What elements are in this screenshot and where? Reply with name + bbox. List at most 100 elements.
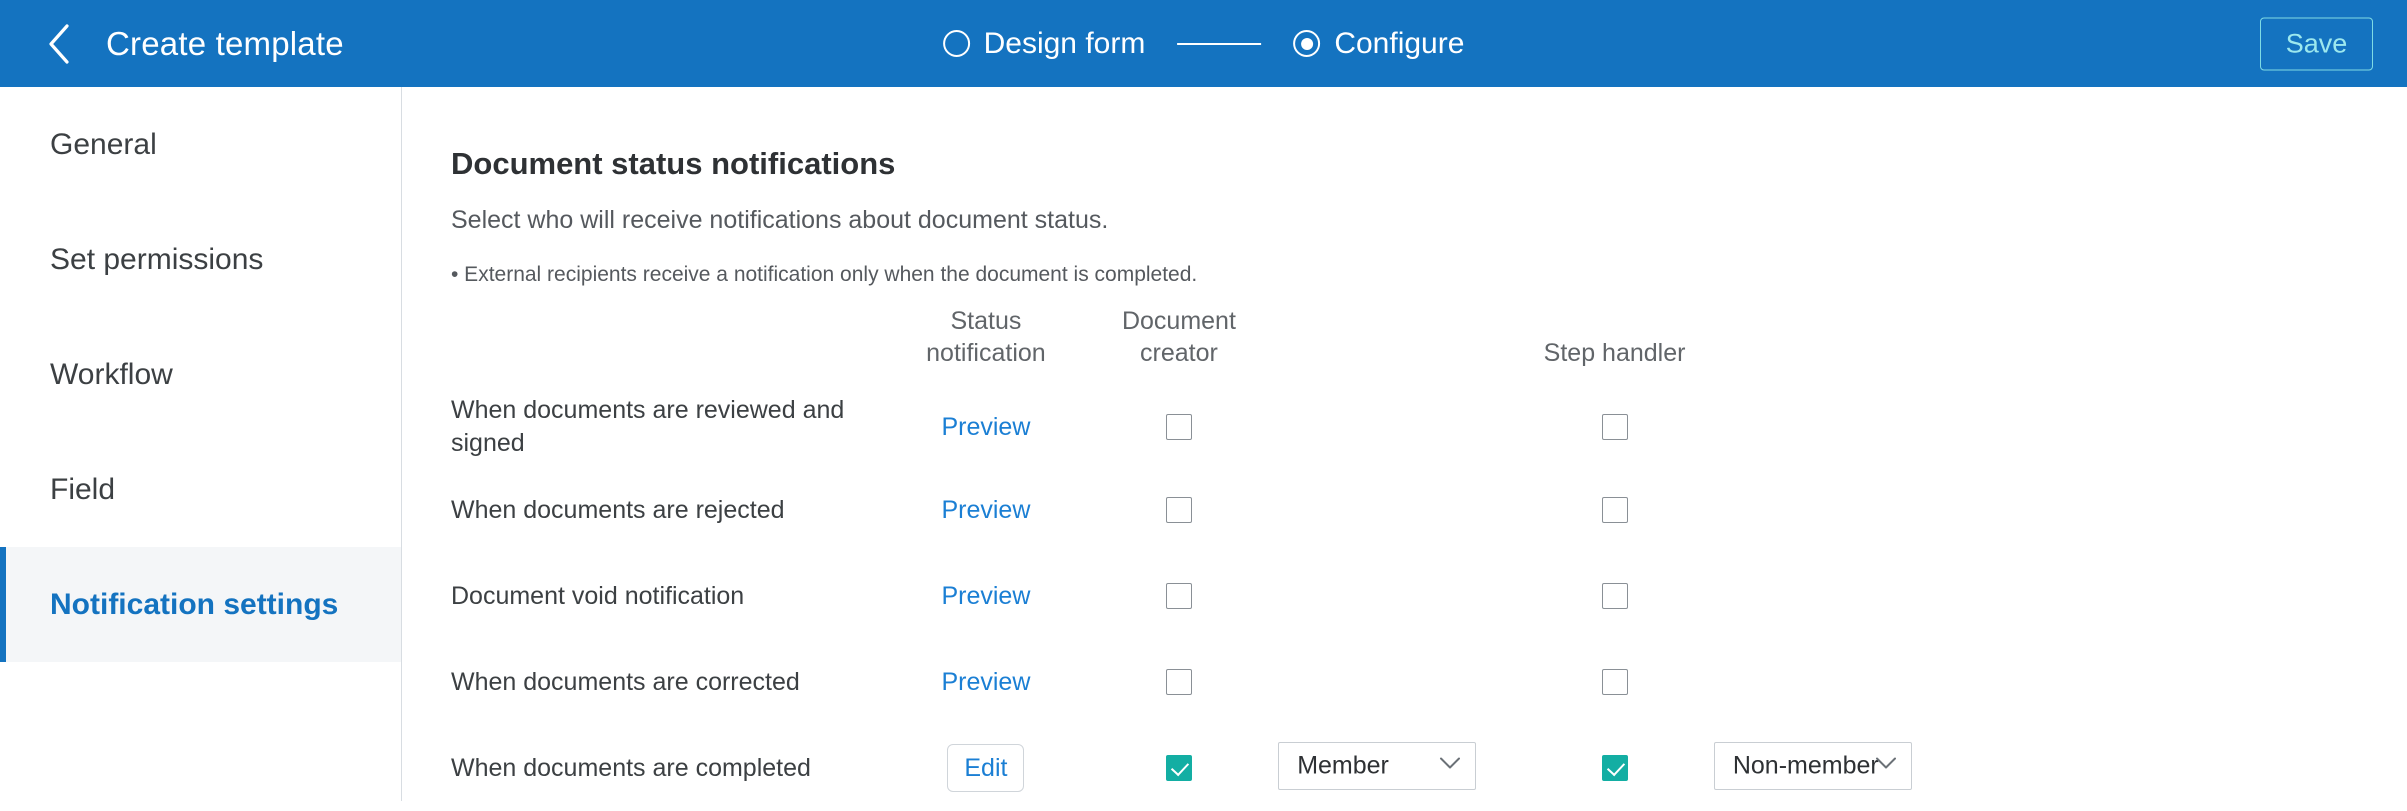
top-bar: Create template Design form Configure Sa… <box>0 0 2407 87</box>
row-handler-checkbox-cell <box>1515 553 1714 639</box>
row-creator-select-cell <box>1278 553 1515 639</box>
column-header-label <box>451 305 892 387</box>
column-header-status-line1: Status <box>950 307 1022 335</box>
row-handler-select-cell <box>1714 467 1951 553</box>
row-handler-checkbox-cell <box>1515 387 1714 467</box>
table-row: When documents are corrected Preview <box>451 639 1951 725</box>
step-handler-checkbox[interactable] <box>1601 414 1628 440</box>
document-creator-checkbox[interactable] <box>1165 669 1192 695</box>
sidebar-item-label: Workflow <box>50 357 173 391</box>
row-handler-select-cell: Non-member <box>1713 725 1951 811</box>
radio-dot <box>1300 37 1313 50</box>
table-header-row: Status notification Document creator Ste… <box>451 305 1951 387</box>
radio-selected-icon <box>1293 30 1321 57</box>
step-indicator: Design form Configure <box>942 26 1464 61</box>
row-creator-checkbox-cell <box>1080 725 1279 811</box>
column-header-step-handler: Step handler <box>1515 305 1714 387</box>
row-creator-checkbox-cell <box>1080 553 1279 639</box>
sidebar-item-label: Field <box>50 472 116 506</box>
row-action-cell: Preview <box>892 387 1080 467</box>
column-header-status-notification: Status notification <box>892 305 1080 387</box>
row-handler-checkbox-cell <box>1515 725 1714 811</box>
step-handler-checkbox[interactable] <box>1601 669 1628 695</box>
notifications-table: Status notification Document creator Ste… <box>451 305 1951 811</box>
step-configure[interactable]: Configure <box>1293 27 1464 61</box>
row-handler-select-cell <box>1714 553 1951 639</box>
sidebar-item-label: General <box>50 127 157 161</box>
document-creator-checkbox[interactable] <box>1165 414 1192 440</box>
row-label: When documents are completed <box>451 753 811 782</box>
row-action-cell: Preview <box>892 553 1080 639</box>
row-label: Document void notification <box>451 581 745 610</box>
column-header-document-creator: Document creator <box>1080 305 1279 387</box>
row-action-cell: Edit <box>892 725 1080 811</box>
row-creator-checkbox-cell <box>1080 467 1279 553</box>
table-body: When documents are reviewed and signed P… <box>451 387 1951 811</box>
column-header-creator-line1: Document <box>1121 307 1236 335</box>
chevron-left-icon <box>46 23 72 65</box>
row-handler-checkbox-cell <box>1515 467 1714 553</box>
sidebar-item-field[interactable]: Field <box>0 432 401 547</box>
step-connector <box>1177 42 1262 45</box>
row-handler-checkbox-cell <box>1515 639 1714 725</box>
table-head: Status notification Document creator Ste… <box>451 305 1951 387</box>
step-configure-label: Configure <box>1334 26 1465 60</box>
step-handler-select[interactable]: Non-member <box>1713 741 1912 790</box>
section-note: • External recipients receive a notifica… <box>451 263 1198 286</box>
radio-unselected-icon <box>942 30 970 57</box>
document-creator-select-value: Member <box>1297 751 1389 779</box>
chevron-down-icon <box>1439 756 1461 775</box>
table-row: When documents are reviewed and signed P… <box>451 387 1951 467</box>
step-handler-select-value: Non-member <box>1732 751 1879 779</box>
row-creator-select-cell <box>1278 639 1515 725</box>
column-header-document-creator-select <box>1278 305 1515 387</box>
document-creator-checkbox[interactable] <box>1165 755 1192 781</box>
column-header-status-line2: notification <box>926 339 1046 367</box>
row-action-cell: Preview <box>892 467 1080 553</box>
table-row: When documents are completed Edit Member <box>451 725 1951 811</box>
document-creator-select[interactable]: Member <box>1278 741 1477 790</box>
edit-button[interactable]: Edit <box>947 744 1025 792</box>
preview-link[interactable]: Preview <box>941 413 1030 442</box>
step-design-form-label: Design form <box>983 26 1146 60</box>
row-creator-checkbox-cell <box>1080 387 1279 467</box>
row-handler-select-cell <box>1714 387 1951 467</box>
sidebar-item-general[interactable]: General <box>0 87 401 202</box>
row-handler-select-cell <box>1714 639 1951 725</box>
row-creator-checkbox-cell <box>1080 639 1279 725</box>
row-creator-select-cell: Member <box>1278 725 1515 811</box>
document-creator-checkbox[interactable] <box>1165 497 1192 523</box>
sidebar-item-notification-settings[interactable]: Notification settings <box>0 547 401 662</box>
row-creator-select-cell <box>1278 387 1515 467</box>
preview-link[interactable]: Preview <box>941 496 1030 525</box>
step-handler-checkbox[interactable] <box>1601 755 1628 781</box>
step-handler-checkbox[interactable] <box>1601 497 1628 523</box>
column-header-creator-line2: creator <box>1140 339 1218 367</box>
row-creator-select-cell <box>1278 467 1515 553</box>
step-handler-checkbox[interactable] <box>1601 583 1628 609</box>
sidebar-item-label: Notification settings <box>50 587 339 621</box>
column-header-handler-line1: Step handler <box>1543 339 1686 367</box>
row-label: When documents are corrected <box>451 667 800 696</box>
sidebar-item-workflow[interactable]: Workflow <box>0 317 401 432</box>
sidebar-item-set-permissions[interactable]: Set permissions <box>0 202 401 317</box>
step-design-form[interactable]: Design form <box>942 26 1146 61</box>
column-header-step-handler-select <box>1714 305 1951 387</box>
save-button[interactable]: Save <box>2260 17 2373 70</box>
main-content: Document status notifications Select who… <box>403 87 2407 801</box>
row-label: When documents are rejected <box>451 495 785 524</box>
row-action-cell: Preview <box>892 639 1080 725</box>
chevron-down-icon <box>1875 756 1897 775</box>
document-creator-checkbox[interactable] <box>1165 583 1192 609</box>
section-subtitle: Select who will receive notifications ab… <box>451 206 1109 234</box>
back-button[interactable] <box>38 20 80 68</box>
preview-link[interactable]: Preview <box>941 668 1030 697</box>
section-title: Document status notifications <box>451 146 896 181</box>
sidebar: General Set permissions Workflow Field N… <box>0 87 402 801</box>
table-row: When documents are rejected Preview <box>451 467 1951 553</box>
row-label: When documents are reviewed and signed <box>451 396 845 457</box>
preview-link[interactable]: Preview <box>941 582 1030 611</box>
sidebar-item-label: Set permissions <box>50 242 264 276</box>
page-title: Create template <box>106 24 344 62</box>
table-row: Document void notification Preview <box>451 553 1951 639</box>
